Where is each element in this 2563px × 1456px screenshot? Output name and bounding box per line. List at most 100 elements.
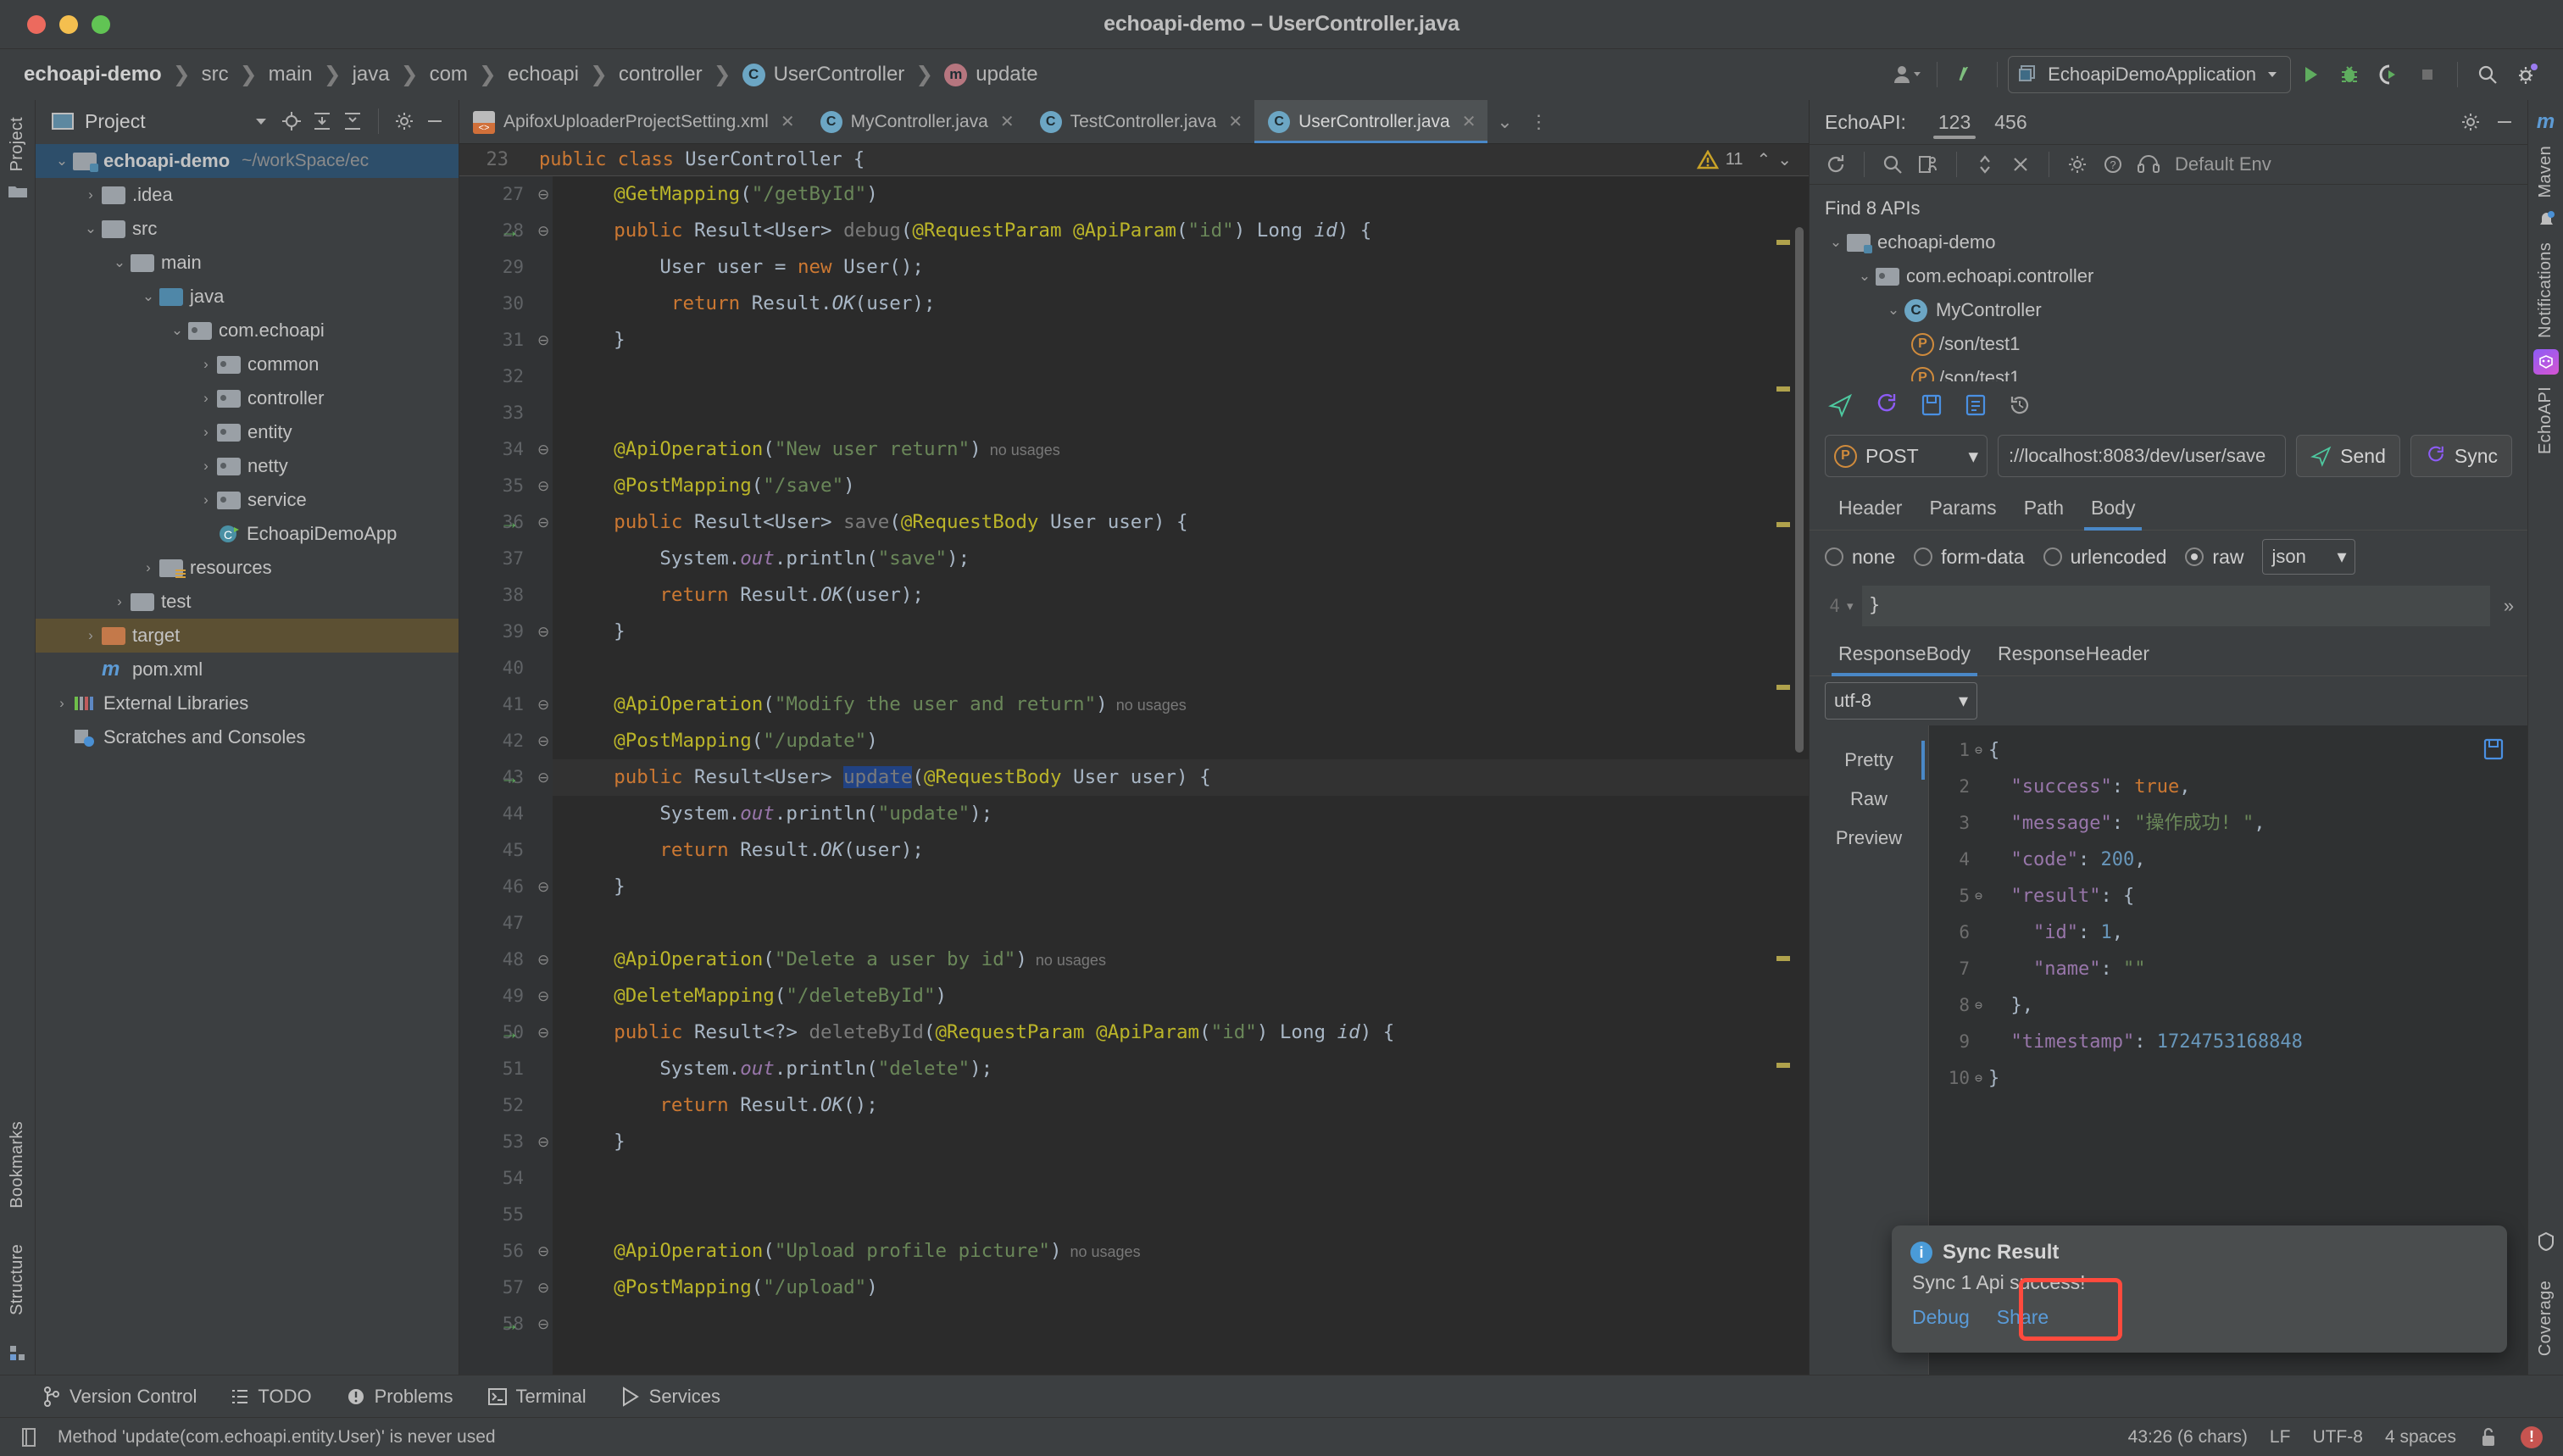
- chevron-down-icon[interactable]: ⌄: [1854, 268, 1876, 285]
- raw-format-selector[interactable]: json ▾: [2262, 539, 2356, 575]
- minimize-icon[interactable]: [2494, 111, 2516, 133]
- code-line[interactable]: @GetMapping("/getById"): [553, 176, 1809, 213]
- code-fold-icon[interactable]: ⊖: [537, 1306, 549, 1342]
- fold-icon[interactable]: ▾: [1847, 598, 1862, 614]
- tree-item-scratches-and-consoles[interactable]: Scratches and Consoles: [36, 720, 459, 754]
- environment-label[interactable]: Default Env: [2175, 153, 2271, 175]
- code-fold-icon[interactable]: ⊖: [537, 322, 549, 358]
- doc-icon[interactable]: [1964, 393, 1988, 417]
- tree-item-controller[interactable]: › controller: [36, 381, 459, 415]
- run-gutter-icon[interactable]: →: [500, 759, 520, 796]
- code-line[interactable]: User user = new User();: [553, 249, 1809, 286]
- code-line[interactable]: }: [553, 614, 1809, 650]
- prev-problem-icon[interactable]: ⌃: [1756, 149, 1771, 170]
- rail-label-echoapi[interactable]: EchoAPI: [2536, 380, 2555, 461]
- code-line[interactable]: public Result<?> deleteById(@RequestPara…: [553, 1014, 1809, 1051]
- api-tree-item-my-controller[interactable]: ⌄ C MyController: [1810, 293, 2527, 327]
- code-line[interactable]: [553, 1306, 1809, 1342]
- tab-params[interactable]: Params: [1915, 497, 2010, 530]
- minimize-icon[interactable]: [420, 106, 450, 136]
- line-separator[interactable]: LF: [2270, 1427, 2291, 1448]
- rail-label-structure[interactable]: Structure: [8, 1237, 27, 1322]
- code-fold-icon[interactable]: ⊖: [537, 686, 549, 723]
- code-fold-icon[interactable]: ⊖: [537, 614, 549, 650]
- locate-icon[interactable]: [276, 106, 307, 136]
- tree-item-java[interactable]: ⌄ java: [36, 280, 459, 314]
- code-line[interactable]: [553, 905, 1809, 942]
- code-fold-icon[interactable]: ⊖: [537, 431, 549, 468]
- code-fold-icon[interactable]: ⊖: [537, 869, 549, 905]
- run-configuration-selector[interactable]: EchoapiDemoApplication: [2008, 56, 2291, 93]
- view-mode-preview[interactable]: Preview: [1810, 819, 1928, 858]
- api-tree[interactable]: Find 8 APIs ⌄ echoapi-demo ⌄ com.echoapi…: [1810, 185, 2527, 381]
- lock-icon[interactable]: [2478, 1426, 2499, 1448]
- view-mode-raw[interactable]: Raw: [1810, 780, 1928, 819]
- code-editor[interactable]: 27 ⊖ 28 → ⊖ 29 30 31 ⊖ 32 33 34 ⊖ 35 ⊖ 36 → ⊖ 37 38 39 ⊖ 40 41 ⊖…: [459, 176, 1809, 1375]
- breadcrumb-item-main[interactable]: main: [269, 63, 313, 86]
- close-icon[interactable]: ✕: [1228, 111, 1243, 132]
- code-line[interactable]: @ApiOperation("Upload profile picture") …: [553, 1233, 1809, 1270]
- chevron-down-icon[interactable]: ⌄: [1825, 234, 1847, 251]
- tab-body[interactable]: Body: [2077, 497, 2149, 531]
- json-line[interactable]: "name": "": [1929, 951, 2527, 987]
- chevron-right-icon[interactable]: ›: [80, 627, 102, 644]
- json-line[interactable]: "result": {: [1929, 878, 2527, 914]
- breadcrumb-item-src[interactable]: src: [202, 63, 229, 86]
- chevron-right-icon[interactable]: ›: [195, 424, 217, 441]
- code-fold-icon[interactable]: ⊖: [537, 504, 549, 541]
- tree-item-echoapi-demo-application[interactable]: C EchoapiDemoApp: [36, 517, 459, 551]
- code-fold-icon[interactable]: ⊖: [537, 176, 549, 213]
- code-line[interactable]: @PostMapping("/update"): [553, 723, 1809, 759]
- code-line[interactable]: [553, 650, 1809, 686]
- code-line[interactable]: [553, 358, 1809, 395]
- chevron-down-icon[interactable]: ⌄: [166, 322, 188, 339]
- code-line[interactable]: [553, 1160, 1809, 1197]
- chevron-right-icon[interactable]: ›: [108, 593, 131, 610]
- body-type-form-data[interactable]: form-data: [1914, 546, 2025, 569]
- chevron-right-icon[interactable]: ›: [51, 695, 73, 712]
- error-stripe-mark[interactable]: [1776, 685, 1790, 690]
- close-icon[interactable]: ✕: [1000, 111, 1015, 132]
- debug-link[interactable]: Debug: [1912, 1306, 1970, 1329]
- api-tree-item-controller-package[interactable]: ⌄ com.echoapi.controller: [1810, 259, 2527, 293]
- code-line[interactable]: @PostMapping("/save"): [553, 468, 1809, 504]
- tree-item-external-libraries[interactable]: › External Libraries: [36, 686, 459, 720]
- tool-window-version-control[interactable]: Version Control: [42, 1386, 197, 1408]
- show-hidden-tabs-icon[interactable]: ⌄: [1487, 100, 1521, 143]
- code-line[interactable]: return Result.OK(user);: [553, 832, 1809, 869]
- code-line[interactable]: @ApiOperation("Delete a user by id") no …: [553, 942, 1809, 978]
- error-stripe-mark[interactable]: [1776, 522, 1790, 527]
- chevron-right-icon[interactable]: ›: [195, 458, 217, 475]
- tree-item-common[interactable]: › common: [36, 347, 459, 381]
- inspection-status-icon[interactable]: [19, 1426, 39, 1448]
- breadcrumb-item-class[interactable]: C UserController: [742, 63, 904, 86]
- expand-all-icon[interactable]: [307, 106, 337, 136]
- tree-item-src[interactable]: ⌄ src: [36, 212, 459, 246]
- rail-label-bookmarks[interactable]: Bookmarks: [8, 1114, 27, 1215]
- inspection-widget[interactable]: 11 ⌃ ⌄: [1696, 149, 1792, 170]
- send-button[interactable]: Send: [2296, 435, 2400, 477]
- rail-label-coverage[interactable]: Coverage: [2536, 1274, 2555, 1363]
- json-line[interactable]: },: [1929, 987, 2527, 1024]
- help-icon[interactable]: ?: [2095, 147, 2131, 182]
- code-line[interactable]: public Result<User> debug(@RequestParam …: [553, 213, 1809, 249]
- code-fold-icon[interactable]: ⊖: [537, 1233, 549, 1270]
- chevron-down-icon[interactable]: ⌄: [1882, 302, 1904, 319]
- json-line[interactable]: "code": 200,: [1929, 842, 2527, 878]
- headphones-icon[interactable]: [2131, 147, 2166, 182]
- body-type-urlencoded[interactable]: urlencoded: [2043, 546, 2166, 569]
- project-tree[interactable]: ⌄ echoapi-demo ~/workSpace/ec › .idea ⌄ …: [36, 142, 459, 1375]
- code-fold-icon[interactable]: ⊖: [537, 1270, 549, 1306]
- code-line[interactable]: return Result.OK();: [553, 1087, 1809, 1124]
- chevron-right-icon[interactable]: ›: [195, 492, 217, 508]
- error-stripe-mark[interactable]: [1776, 956, 1790, 961]
- search-icon[interactable]: [1875, 147, 1910, 182]
- breadcrumb-item-controller[interactable]: controller: [619, 63, 703, 86]
- code-fold-icon[interactable]: ⊖: [537, 213, 549, 249]
- code-fold-icon[interactable]: ⊖: [537, 468, 549, 504]
- code-line[interactable]: [553, 395, 1809, 431]
- updown-icon[interactable]: [1967, 147, 2003, 182]
- code-lines[interactable]: @GetMapping("/getById") public Result<Us…: [553, 176, 1809, 1375]
- tree-item-netty[interactable]: › netty: [36, 449, 459, 483]
- body-type-raw[interactable]: raw: [2185, 546, 2243, 569]
